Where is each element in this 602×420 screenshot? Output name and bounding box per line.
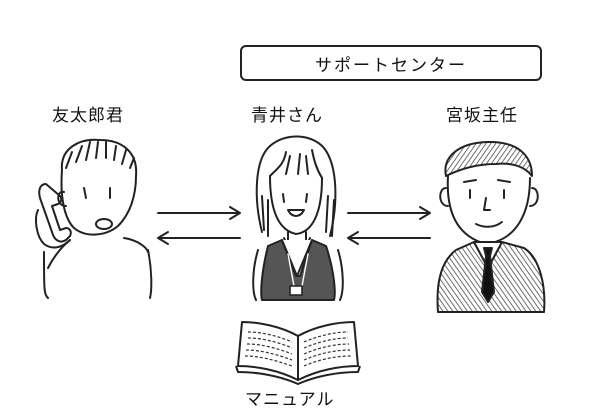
illustration [35,135,546,385]
arrows [157,206,431,245]
arrow-supervisor-to-operator [347,231,431,245]
arrow-operator-to-supervisor [347,206,431,220]
supervisor-mouth [475,221,503,228]
operator-figure [252,135,344,301]
supervisor-eyes [469,189,505,199]
arrow-operator-to-customer [157,231,241,245]
customer-mouth [95,218,113,230]
manual-book-icon [235,321,361,385]
customer-figure [35,138,153,299]
arrow-customer-to-operator [157,206,241,220]
operator-eyes [282,193,308,203]
supervisor-figure [436,141,546,313]
id-badge-icon [289,285,303,296]
operator-face [269,175,323,235]
operator-mouth [287,209,305,217]
support-center-diagram: サポートセンター 友太郎君 青井さん 宮坂主任 マニュアル [0,0,602,420]
customer-eyes [83,187,111,199]
supervisor-hair [444,141,533,177]
